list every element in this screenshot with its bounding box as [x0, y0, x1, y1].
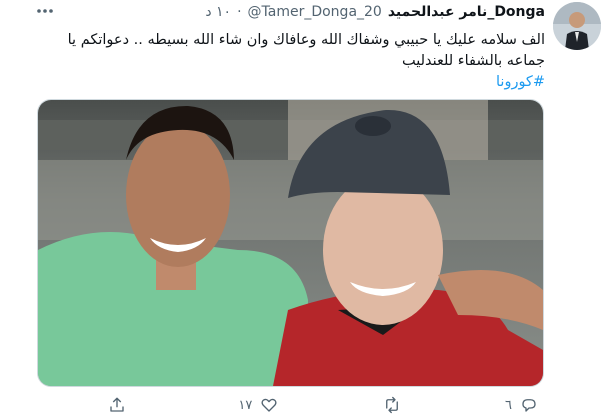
hashtag-link[interactable]: #كورونا — [45, 72, 545, 93]
more-options-icon[interactable] — [34, 2, 56, 20]
display-name[interactable]: نامر عبدالحميد_Donga — [388, 4, 545, 20]
heart-icon — [261, 398, 277, 412]
user-handle[interactable]: @Tamer_Donga_20 — [248, 4, 382, 20]
avatar-photo — [553, 2, 601, 50]
like-button[interactable]: ١٧ — [238, 396, 278, 414]
like-count: ١٧ — [238, 397, 253, 413]
tweet-time[interactable]: ١٠ د — [205, 4, 231, 20]
reply-button[interactable]: ٦ — [505, 396, 538, 414]
retweet-count: ٦ — [505, 397, 512, 413]
tweet-text: الف سلامه عليك يا حبيبي وشفاك الله وعافا… — [45, 30, 545, 93]
tweet-photo[interactable] — [37, 99, 544, 387]
tweet-header: نامر عبدالحميد_Donga @Tamer_Donga_20 · ١… — [205, 4, 545, 20]
separator-dot: · — [237, 4, 242, 20]
retweet-icon — [385, 396, 398, 414]
share-icon — [110, 397, 124, 412]
tweet-text-line-2: جماعه بالشفاء للعندليب — [401, 53, 545, 69]
selfie-image — [38, 100, 543, 386]
avatar[interactable] — [553, 2, 601, 50]
share-button[interactable] — [108, 396, 134, 414]
tweet-text-line-1: الف سلامه عليك يا حبيبي وشفاك الله وعافا… — [67, 32, 545, 48]
tweet-actions: ١٧ ٦ — [108, 393, 538, 417]
retweet-button[interactable] — [383, 396, 401, 414]
reply-icon — [522, 399, 536, 412]
tweet-card[interactable]: نامر عبدالحميد_Donga @Tamer_Donga_20 · ١… — [0, 0, 603, 417]
